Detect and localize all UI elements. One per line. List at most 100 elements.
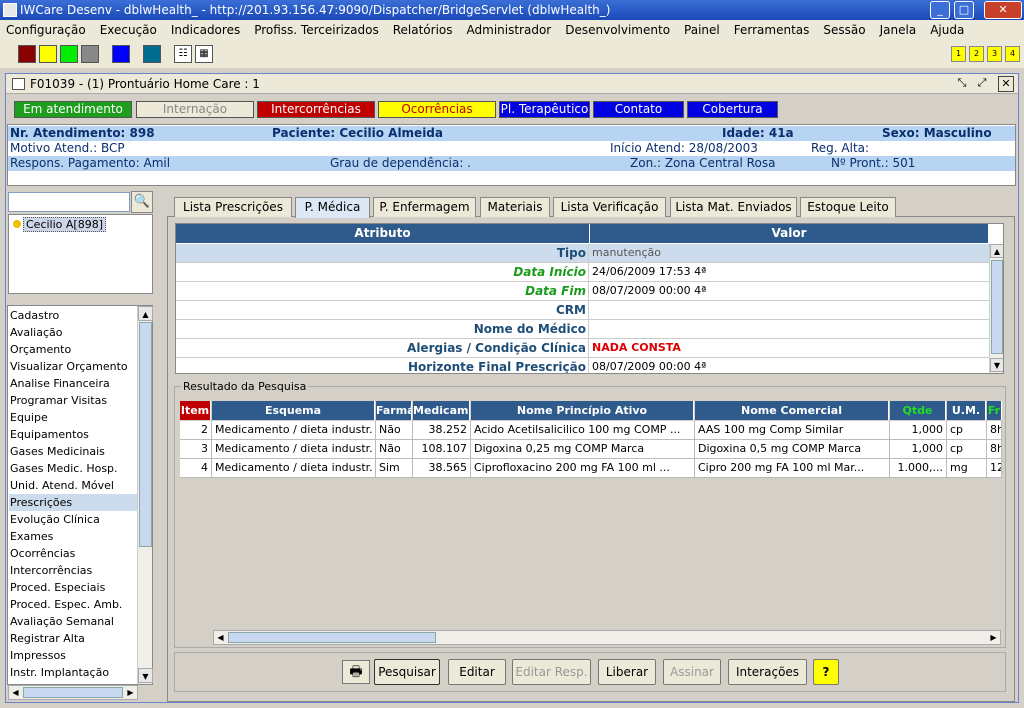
nav-item-avaliacao[interactable]: Avaliação — [9, 324, 139, 341]
frame-close-icon[interactable]: ✕ — [998, 76, 1014, 92]
tree-item-patient[interactable]: Cecilio A[898] — [23, 217, 106, 232]
scroll-up-icon[interactable]: ▲ — [990, 244, 1003, 258]
tab-p-enfermagem[interactable]: P. Enfermagem — [373, 197, 476, 217]
table-row[interactable]: 4 Medicamento / dieta industr. Sim 38.56… — [180, 459, 1002, 478]
close-button[interactable]: ✕ — [984, 1, 1022, 19]
color-swatch-teal[interactable] — [143, 45, 161, 63]
menu-desenvolvimento[interactable]: Desenvolvimento — [565, 23, 670, 37]
scroll-right-icon[interactable]: ▶ — [987, 631, 1000, 644]
results-horizontal-scrollbar[interactable]: ◀ ▶ — [213, 630, 1001, 645]
nav-item-prescricoes[interactable]: Prescrições — [9, 494, 139, 511]
help-button[interactable]: ? — [813, 659, 839, 685]
search-button[interactable]: 🔍 — [131, 191, 153, 213]
tab-lista-prescricoes[interactable]: Lista Prescrições — [174, 197, 292, 217]
menu-janela[interactable]: Janela — [880, 23, 917, 37]
shortcut-button-3[interactable]: 3 — [987, 46, 1002, 62]
shortcut-button-4[interactable]: 4 — [1005, 46, 1020, 62]
nav-vertical-scrollbar[interactable]: ▲ ▼ — [137, 306, 153, 684]
nav-item-impressos[interactable]: Impressos — [9, 647, 139, 664]
interacoes-button[interactable]: Interações — [728, 659, 807, 685]
minimize-button[interactable]: _ — [930, 1, 950, 19]
menu-painel[interactable]: Painel — [684, 23, 720, 37]
tab-lista-verificacao[interactable]: Lista Verificação — [553, 197, 666, 217]
column-header-esquema[interactable]: Esquema — [212, 401, 375, 420]
column-header-nome-comercial[interactable]: Nome Comercial — [695, 401, 889, 420]
frame-minimize-icon[interactable]: ⤡ — [954, 76, 970, 92]
nav-item-programar-visitas[interactable]: Programar Visitas — [9, 392, 139, 409]
status-tab-internacao[interactable]: Internação — [136, 101, 254, 118]
nav-item-unid-atend-movel[interactable]: Unid. Atend. Móvel — [9, 477, 139, 494]
status-tab-contato[interactable]: Contato — [593, 101, 684, 118]
nav-item-evolucao-clinica[interactable]: Evolução Clínica — [9, 511, 139, 528]
column-header-um[interactable]: U.M. — [947, 401, 986, 420]
maximize-button[interactable]: □ — [954, 1, 974, 19]
column-header-qtde[interactable]: Qtde — [890, 401, 946, 420]
scroll-thumb[interactable] — [139, 322, 152, 547]
status-tab-pl-terapeutico[interactable]: Pl. Terapêutico — [499, 101, 590, 118]
column-header-principio-ativo[interactable]: Nome Princípio Ativo — [471, 401, 694, 420]
nav-item-proced-espec-amb[interactable]: Proced. Espec. Amb. — [9, 596, 139, 613]
attribute-scrollbar[interactable]: ▲ ▼ — [989, 244, 1003, 373]
attribute-row-horizonte-final[interactable]: Horizonte Final Prescrição 08/07/2009 00… — [176, 358, 989, 373]
nav-item-exames[interactable]: Exames — [9, 528, 139, 545]
nav-item-equipe[interactable]: Equipe — [9, 409, 139, 426]
menu-profiss-terceirizados[interactable]: Profiss. Terceirizados — [254, 23, 379, 37]
tab-materiais[interactable]: Materiais — [480, 197, 550, 217]
menu-ferramentas[interactable]: Ferramentas — [734, 23, 810, 37]
scroll-down-icon[interactable]: ▼ — [990, 358, 1003, 372]
column-header-medicamento[interactable]: Medicame — [413, 401, 470, 420]
nav-horizontal-scrollbar[interactable]: ◀ ▶ — [8, 685, 138, 700]
nav-item-gases-medic-hosp[interactable]: Gases Medic. Hosp. — [9, 460, 139, 477]
attribute-row-tipo[interactable]: Tipo manutenção — [176, 244, 989, 263]
menu-ajuda[interactable]: Ajuda — [930, 23, 964, 37]
color-swatch-darkred[interactable] — [18, 45, 36, 63]
patient-search-input[interactable] — [8, 192, 130, 212]
tab-estoque-leito[interactable]: Estoque Leito — [800, 197, 896, 217]
nav-item-analise-financeira[interactable]: Analise Financeira — [9, 375, 139, 392]
table-row[interactable]: 3 Medicamento / dieta industr. Não 108.1… — [180, 440, 1002, 459]
menu-indicadores[interactable]: Indicadores — [171, 23, 240, 37]
nav-item-intercorrencias[interactable]: Intercorrências — [9, 562, 139, 579]
shortcut-button-1[interactable]: 1 — [951, 46, 966, 62]
scroll-thumb[interactable] — [23, 687, 123, 698]
scroll-left-icon[interactable]: ◀ — [9, 686, 22, 699]
column-header-item[interactable]: Item — [180, 401, 211, 420]
nav-item-visualizar-orcamento[interactable]: Visualizar Orçamento — [9, 358, 139, 375]
tab-lista-mat-enviados[interactable]: Lista Mat. Enviados — [670, 197, 797, 217]
tab-p-medica[interactable]: P. Médica — [295, 197, 370, 218]
table-row[interactable]: 2 Medicamento / dieta industr. Não 38.25… — [180, 421, 1002, 440]
printer-icon[interactable]: 🖶 — [342, 660, 370, 684]
color-swatch-green[interactable] — [60, 45, 78, 63]
menu-execucao[interactable]: Execução — [100, 23, 157, 37]
color-swatch-blue[interactable] — [112, 45, 130, 63]
color-swatch-gray[interactable] — [81, 45, 99, 63]
color-swatch-yellow[interactable] — [39, 45, 57, 63]
scroll-thumb[interactable] — [991, 260, 1003, 354]
nav-item-instr-implantacao[interactable]: Instr. Implantação — [9, 664, 139, 681]
status-tab-ocorrencias[interactable]: Ocorrências — [378, 101, 496, 118]
attribute-row-alergias[interactable]: Alergias / Condição Clínica NADA CONSTA — [176, 339, 989, 358]
scroll-right-icon[interactable]: ▶ — [124, 686, 137, 699]
nav-item-cadastro[interactable]: Cadastro — [9, 307, 139, 324]
menu-configuracao[interactable]: Configuração — [6, 23, 86, 37]
attribute-row-data-inicio[interactable]: Data Início 24/06/2009 17:53 4ª — [176, 263, 989, 282]
editar-resp-button[interactable]: Editar Resp. — [512, 659, 591, 685]
column-header-farmacia[interactable]: Farmá — [376, 401, 412, 420]
status-tab-cobertura[interactable]: Cobertura — [687, 101, 778, 118]
frame-maximize-icon[interactable]: ⤢ — [974, 76, 990, 92]
tree-view-icon[interactable]: ☷ — [174, 45, 192, 63]
assinar-button[interactable]: Assinar — [663, 659, 721, 685]
liberar-button[interactable]: Liberar — [598, 659, 656, 685]
scroll-left-icon[interactable]: ◀ — [214, 631, 227, 644]
window-list-icon[interactable]: ▦ — [195, 45, 213, 63]
scroll-up-icon[interactable]: ▲ — [138, 306, 153, 321]
attribute-row-data-fim[interactable]: Data Fim 08/07/2009 00:00 4ª — [176, 282, 989, 301]
nav-item-gases-medicinais[interactable]: Gases Medicinais — [9, 443, 139, 460]
status-tab-em-atendimento[interactable]: Em atendimento — [14, 101, 132, 118]
nav-item-proced-especiais[interactable]: Proced. Especiais — [9, 579, 139, 596]
menu-administrador[interactable]: Administrador — [467, 23, 552, 37]
attribute-row-crm[interactable]: CRM — [176, 301, 989, 320]
nav-item-registrar-alta[interactable]: Registrar Alta — [9, 630, 139, 647]
nav-item-ocorrencias[interactable]: Ocorrências — [9, 545, 139, 562]
attribute-row-nome-medico[interactable]: Nome do Médico — [176, 320, 989, 339]
